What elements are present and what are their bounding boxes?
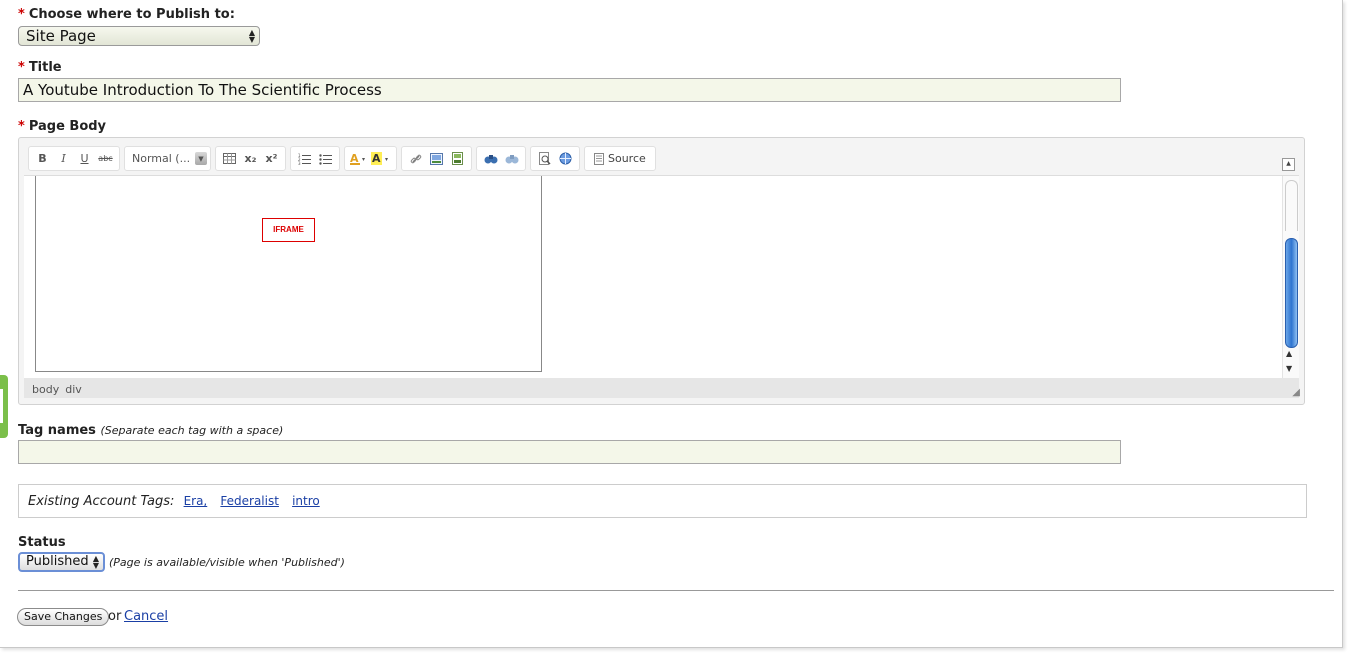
page-body-label-text: Page Body bbox=[28, 119, 107, 134]
editor-content-area[interactable]: IFRAME ▲ ▼ bbox=[24, 175, 1299, 379]
status-select[interactable]: Published ▲ ▼ bbox=[18, 552, 105, 572]
toolbar-group-table: x₂ x² bbox=[215, 146, 286, 171]
image-icon[interactable] bbox=[426, 149, 447, 168]
underline-button[interactable]: U bbox=[74, 149, 95, 168]
editor-toolbar: B I U abc Normal (... ▼ x₂ x² 123 A ▾ A … bbox=[28, 146, 656, 171]
content-div-block: IFRAME bbox=[35, 176, 542, 372]
status-hint: (Page is available/visible when 'Publish… bbox=[109, 556, 345, 569]
tag-names-hint: (Separate each tag with a space) bbox=[100, 424, 284, 437]
select-arrows-icon: ▲ ▼ bbox=[92, 554, 99, 570]
background-color-icon[interactable]: A ▾ bbox=[369, 149, 393, 168]
format-combo-value: Normal (... bbox=[132, 152, 191, 165]
required-marker: * bbox=[18, 119, 25, 134]
subscript-button[interactable]: x₂ bbox=[240, 149, 261, 168]
title-input[interactable]: A Youtube Introduction To The Scientific… bbox=[18, 78, 1121, 102]
required-marker: * bbox=[18, 60, 25, 75]
show-blocks-icon[interactable] bbox=[555, 149, 576, 168]
tag-link-federalist[interactable]: Federalist bbox=[220, 494, 279, 508]
svg-text:3: 3 bbox=[298, 161, 301, 165]
tag-names-input[interactable] bbox=[18, 440, 1121, 464]
title-label: * Title bbox=[18, 60, 62, 75]
numbered-list-icon[interactable]: 123 bbox=[294, 149, 315, 168]
publish-label: * Choose where to Publish to: bbox=[18, 7, 235, 22]
side-feedback-tab[interactable] bbox=[0, 375, 8, 438]
select-arrows-icon: ▲ ▼ bbox=[248, 28, 255, 44]
tag-names-label-text: Tag names bbox=[18, 423, 96, 438]
tag-link-intro[interactable]: intro bbox=[292, 494, 320, 508]
page-body-label: * Page Body bbox=[18, 119, 106, 134]
required-marker: * bbox=[18, 7, 25, 22]
link-icon[interactable] bbox=[405, 149, 426, 168]
iframe-placeholder[interactable]: IFRAME bbox=[262, 218, 315, 242]
save-changes-button[interactable]: Save Changes bbox=[17, 608, 110, 626]
chevron-down-icon: ▼ bbox=[195, 152, 207, 165]
element-path-bar: body div bbox=[24, 378, 1299, 398]
toolbar-group-source: Source bbox=[584, 146, 656, 171]
or-text: or bbox=[108, 609, 122, 624]
format-combo-box: Normal (... ▼ bbox=[128, 152, 207, 165]
media-icon[interactable] bbox=[447, 149, 468, 168]
existing-tags-label: Existing Account Tags: bbox=[28, 494, 175, 509]
scrollbar-track bbox=[1285, 180, 1298, 231]
toolbar-group-basic: B I U abc bbox=[28, 146, 120, 171]
source-button-label: Source bbox=[608, 152, 646, 165]
svg-text:A: A bbox=[372, 152, 381, 165]
title-input-value: A Youtube Introduction To The Scientific… bbox=[23, 81, 382, 99]
toolbar-group-lists: 123 bbox=[290, 146, 340, 171]
divider bbox=[18, 590, 1334, 591]
cancel-link[interactable]: Cancel bbox=[124, 609, 168, 624]
bold-button[interactable]: B bbox=[32, 149, 53, 168]
tag-names-label: Tag names (Separate each tag with a spac… bbox=[18, 423, 283, 438]
status-select-value: Published bbox=[26, 554, 89, 569]
svg-text:▾: ▾ bbox=[385, 156, 388, 163]
toolbar-group-insert bbox=[401, 146, 472, 171]
scrollbar-thumb[interactable] bbox=[1285, 238, 1298, 348]
path-item-body[interactable]: body bbox=[32, 378, 59, 398]
path-item-div[interactable]: div bbox=[65, 378, 82, 398]
replace-icon[interactable] bbox=[501, 149, 522, 168]
existing-tags-box: Existing Account Tags: Era, Federalist i… bbox=[18, 484, 1307, 518]
svg-text:▾: ▾ bbox=[362, 156, 365, 163]
tag-link-era[interactable]: Era, bbox=[184, 494, 208, 508]
text-color-icon[interactable]: A ▾ bbox=[348, 149, 369, 168]
source-button[interactable]: Source bbox=[588, 152, 652, 165]
toolbar-group-tools bbox=[530, 146, 580, 171]
scroll-down-icon[interactable]: ▼ bbox=[1286, 364, 1292, 373]
italic-button[interactable]: I bbox=[53, 149, 74, 168]
superscript-button[interactable]: x² bbox=[261, 149, 282, 168]
title-label-text: Title bbox=[28, 60, 62, 75]
resize-handle-icon[interactable]: ◢ bbox=[1292, 387, 1300, 398]
source-icon bbox=[594, 152, 604, 165]
preview-icon[interactable] bbox=[534, 149, 555, 168]
collapse-toolbar-icon[interactable]: ▲ bbox=[1282, 158, 1295, 171]
strikethrough-button[interactable]: abc bbox=[95, 149, 116, 168]
scroll-up-icon[interactable]: ▲ bbox=[1286, 349, 1292, 358]
find-icon[interactable] bbox=[480, 149, 501, 168]
bullet-list-icon[interactable] bbox=[315, 149, 336, 168]
format-combo[interactable]: Normal (... ▼ bbox=[124, 146, 211, 171]
status-label: Status bbox=[18, 535, 66, 550]
publish-select-value: Site Page bbox=[26, 27, 96, 45]
side-tab-grip bbox=[0, 389, 3, 423]
publish-label-text: Choose where to Publish to: bbox=[28, 7, 235, 22]
editor-scrollbar[interactable]: ▲ ▼ bbox=[1282, 176, 1299, 379]
rich-text-editor: B I U abc Normal (... ▼ x₂ x² 123 A ▾ A … bbox=[18, 137, 1305, 405]
publish-select[interactable]: Site Page ▲ ▼ bbox=[18, 26, 260, 46]
toolbar-group-colors: A ▾ A ▾ bbox=[344, 146, 397, 171]
table-icon[interactable] bbox=[219, 149, 240, 168]
toolbar-group-search bbox=[476, 146, 526, 171]
